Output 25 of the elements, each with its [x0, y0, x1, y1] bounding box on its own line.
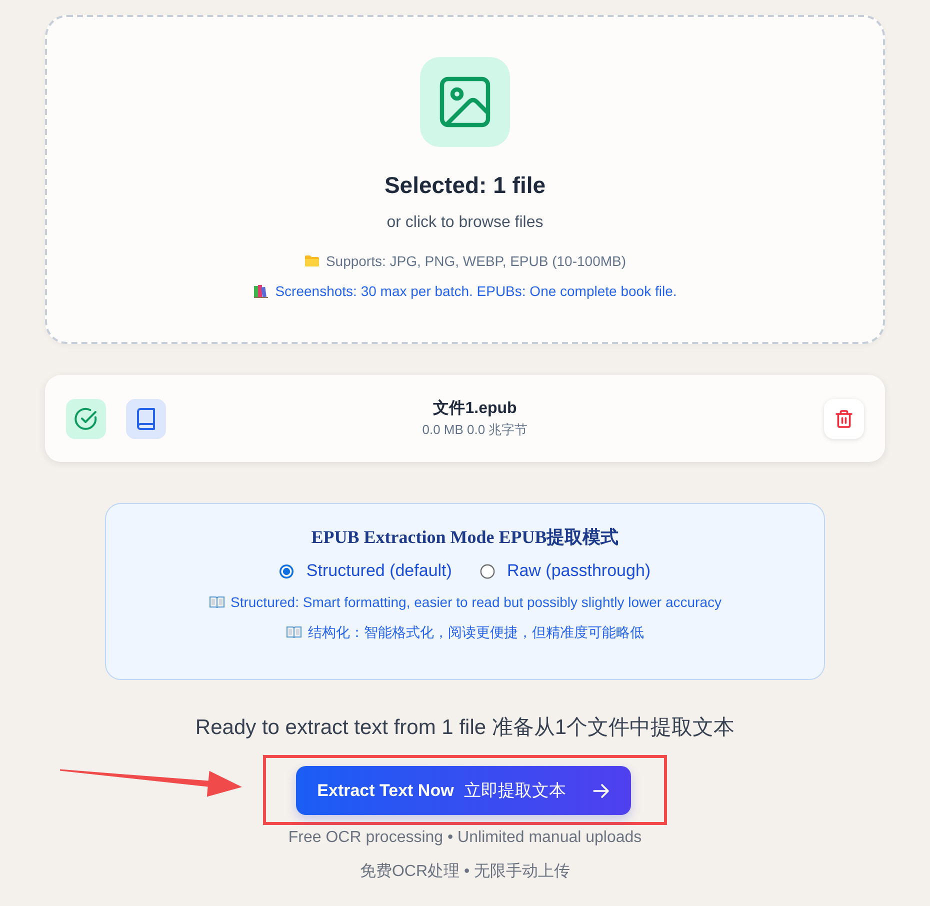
mode-description: Structured: Smart formatting, easier to read but possibly slightly lower accuracy	[230, 593, 722, 612]
delete-button[interactable]	[824, 398, 864, 438]
upload-note: Supports: JPG, PNG, WEBP, EPUB (10-100MB)	[326, 252, 626, 271]
trash-icon	[834, 408, 854, 428]
arrow-right-icon	[592, 782, 610, 800]
open-book-icon	[286, 624, 302, 640]
books-icon	[253, 283, 270, 299]
selection-title: Selected: 1 file	[384, 171, 546, 200]
footnote: 免费OCR处理 • 无限手动上传	[358, 862, 572, 882]
upload-note: Screenshots: 30 max per batch. EPUBs: One complete book file.	[275, 282, 677, 301]
image-icon	[420, 57, 510, 147]
mode-description: 结构化：智能格式化，阅读更便捷，但精准度可能略低	[308, 623, 644, 642]
file-name: 文件1.epub	[433, 398, 517, 419]
upload-dropzone[interactable]: Selected: 1 file or click to browse files Supports: JPG, PNG, WEBP, EPUB (10-100MB) Screenshots: 30 max per batch. EPUBs: One complete book file.	[45, 15, 885, 344]
file-size: 0.0 MB 0.0 兆字节	[422, 421, 528, 439]
radio-option[interactable]: Raw (passthrough)	[480, 559, 651, 583]
book-icon	[126, 398, 166, 438]
browse-hint: or click to browse files	[386, 213, 544, 233]
ready-message: Ready to extract text from 1 file 准备从1个文件中提取文本	[194, 715, 736, 741]
open-book-icon	[208, 594, 224, 610]
radio-option[interactable]: Structured (default)	[279, 559, 452, 583]
extract-button[interactable]: Extract Text Now 立即提取文本	[296, 766, 631, 815]
panel-title: EPUB Extraction Mode EPUB提取模式	[311, 526, 619, 549]
footnote: Free OCR processing • Unlimited manual uploads	[287, 828, 643, 848]
folder-icon	[304, 253, 320, 269]
